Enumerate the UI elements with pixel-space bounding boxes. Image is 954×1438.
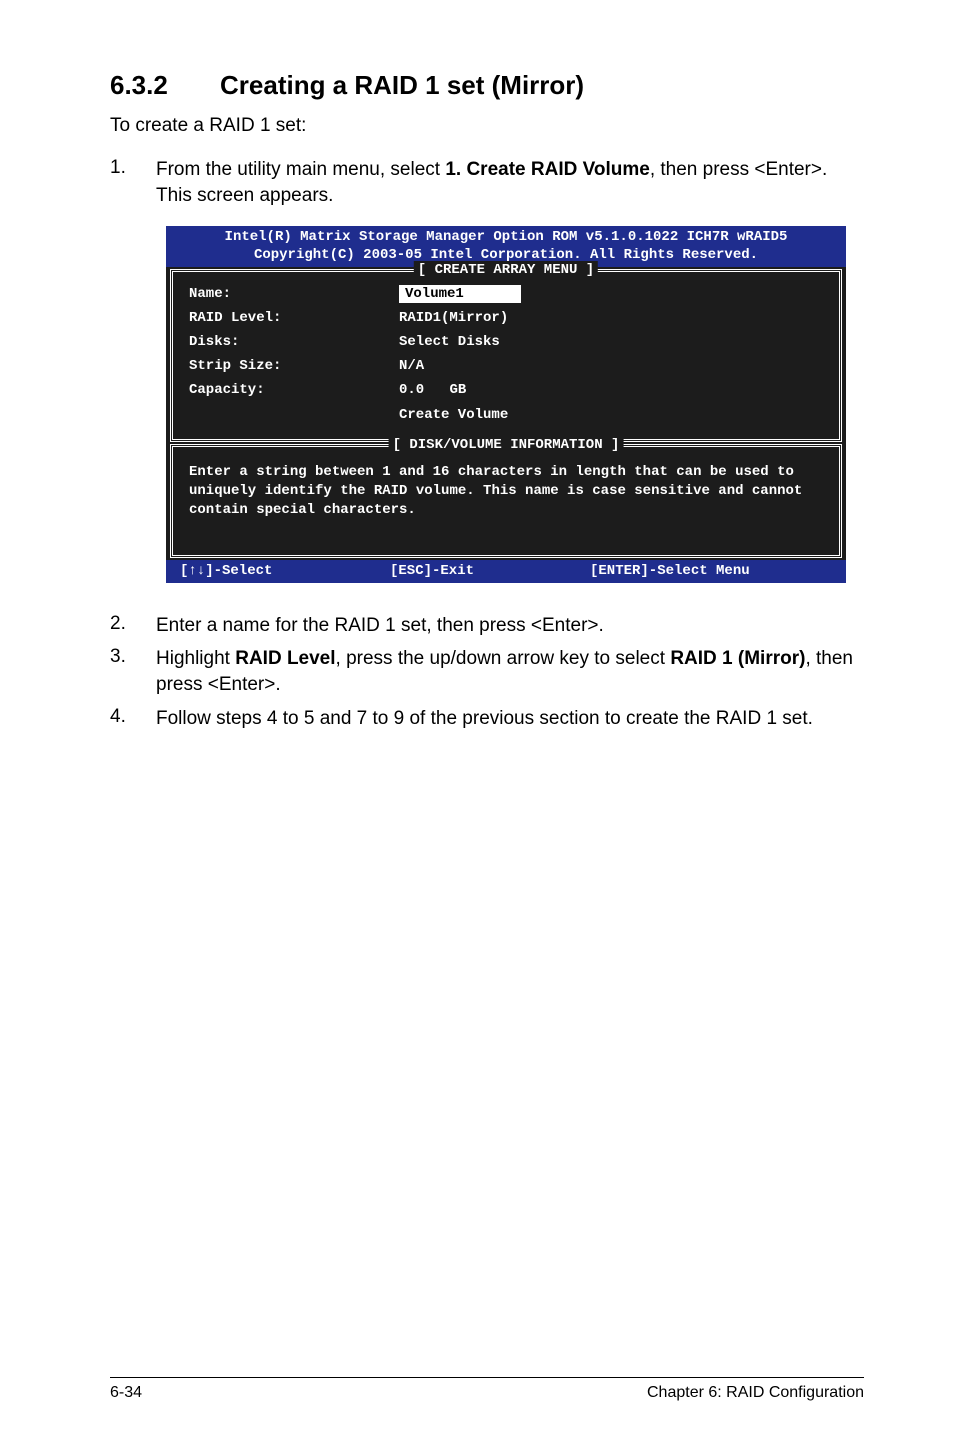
step-number: 2.	[110, 613, 156, 639]
field-label-capacity: Capacity:	[189, 381, 399, 399]
step-text: Enter a name for the RAID 1 set, then pr…	[156, 613, 864, 639]
page-footer: 6-34 Chapter 6: RAID Configuration	[0, 1377, 954, 1402]
step-text: From the utility main menu, select 1. Cr…	[156, 157, 864, 208]
chapter-label: Chapter 6: RAID Configuration	[647, 1384, 864, 1402]
field-value-raid-level[interactable]: RAID1(Mirror)	[399, 309, 823, 327]
footbar-enter: [ENTER]-Select Menu	[590, 562, 832, 580]
section-heading: 6.3.2Creating a RAID 1 set (Mirror)	[110, 70, 864, 101]
step-number: 3.	[110, 646, 156, 697]
bios-header-line1: Intel(R) Matrix Storage Manager Option R…	[166, 228, 846, 246]
bios-screenshot: Intel(R) Matrix Storage Manager Option R…	[166, 226, 846, 582]
create-array-menu-label: [ CREATE ARRAY MENU ]	[414, 261, 598, 279]
section-number: 6.3.2	[110, 70, 220, 101]
page-number: 6-34	[110, 1384, 142, 1402]
disk-volume-info: [ DISK/VOLUME INFORMATION ] Enter a stri…	[170, 444, 842, 559]
create-array-menu: [ CREATE ARRAY MENU ] Name: Volume1 RAID…	[170, 269, 842, 442]
step-text: Highlight RAID Level, press the up/down …	[156, 646, 864, 697]
step-number: 4.	[110, 706, 156, 732]
name-input[interactable]: Volume1	[399, 285, 521, 303]
field-label-disks: Disks:	[189, 333, 399, 351]
field-value-strip: N/A	[399, 357, 823, 375]
section-title-text: Creating a RAID 1 set (Mirror)	[220, 70, 584, 100]
step-number: 1.	[110, 157, 156, 208]
footbar-esc: [ESC]-Exit	[390, 562, 590, 580]
step-text: Follow steps 4 to 5 and 7 to 9 of the pr…	[156, 706, 864, 732]
field-value-disks[interactable]: Select Disks	[399, 333, 823, 351]
field-label-name: Name:	[189, 285, 399, 303]
intro-text: To create a RAID 1 set:	[110, 115, 864, 137]
disk-volume-info-label: [ DISK/VOLUME INFORMATION ]	[389, 436, 624, 454]
field-value-capacity: 0.0 GB	[399, 381, 823, 399]
create-volume-action[interactable]: Create Volume	[399, 406, 823, 424]
disk-volume-info-text: Enter a string between 1 and 16 characte…	[189, 457, 823, 544]
footbar-select: [↑↓]-Select	[180, 562, 390, 580]
field-label-raid-level: RAID Level:	[189, 309, 399, 327]
bios-footbar: [↑↓]-Select [ESC]-Exit [ENTER]-Select Me…	[166, 560, 846, 582]
field-label-strip: Strip Size:	[189, 357, 399, 375]
